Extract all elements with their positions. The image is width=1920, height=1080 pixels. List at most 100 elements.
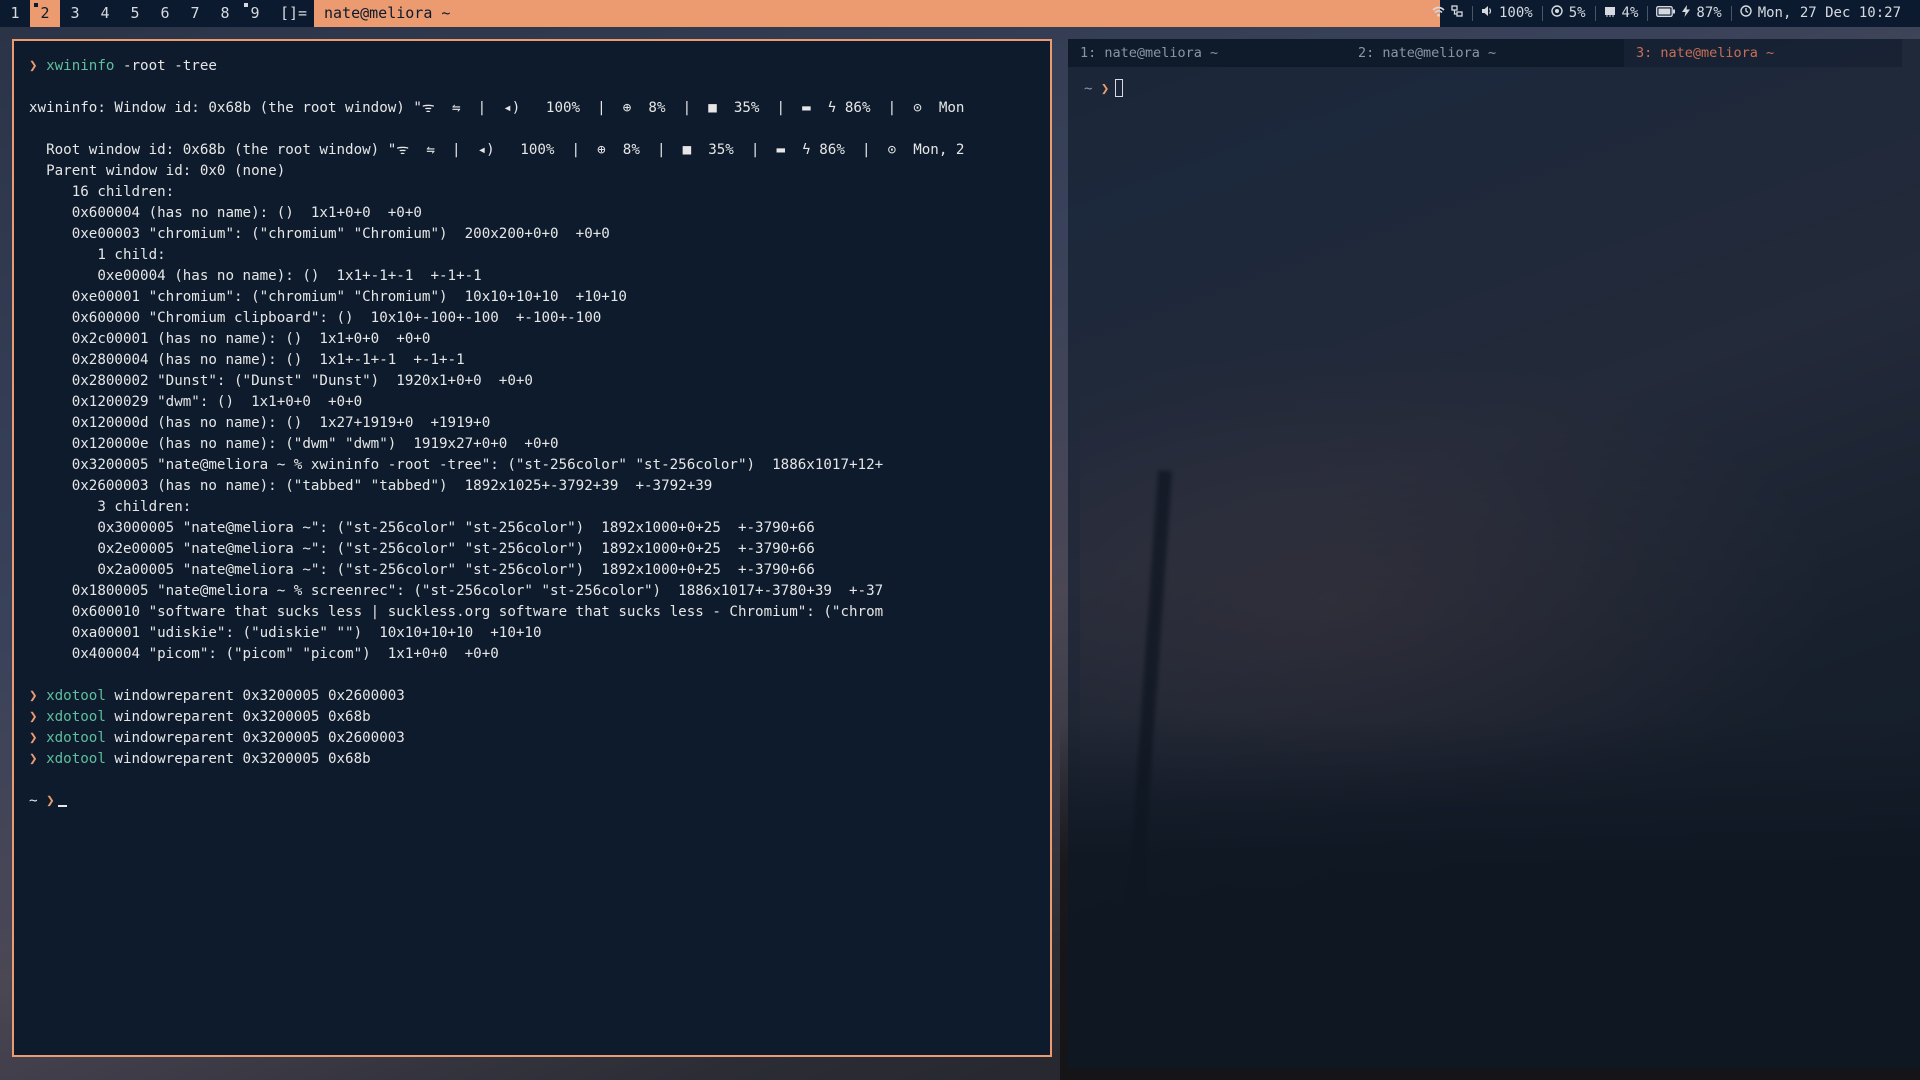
terminal-line: 0x600010 "software that sucks less | suc… — [29, 602, 1039, 623]
workspace-tag-label: 5 — [130, 4, 140, 22]
memory-icon — [1604, 0, 1616, 27]
workspace-tag-label: 6 — [160, 4, 170, 22]
occupied-indicator — [34, 3, 38, 7]
clock-icon — [1740, 0, 1752, 27]
prompt-symbol: ❯ — [29, 751, 47, 767]
workspace-tag-label: 2 — [40, 4, 50, 22]
terminal-line: 0x3000005 "nate@meliora ~": ("st-256colo… — [29, 518, 1039, 539]
clock-value: Mon, 27 Dec 10:27 — [1757, 5, 1901, 21]
output-text: 0x2c00001 (has no name): () 1x1+0+0 +0+0 — [29, 331, 431, 347]
tab-bar: 1: nate@meliora ~2: nate@meliora ~3: nat… — [1068, 39, 1920, 67]
workspace-tag-5[interactable]: 5 — [120, 0, 150, 27]
prompt-dir: ~ — [29, 793, 47, 809]
battery-icon — [1656, 0, 1676, 27]
output-text: 0x400004 "picom": ("picom" "picom") 1x1+… — [29, 646, 499, 662]
prompt-symbol: ❯ — [1100, 81, 1110, 97]
tab-2[interactable]: 2: nate@meliora ~ — [1346, 39, 1624, 67]
terminal-output: ❯ xwininfo -root -tree xwininfo: Window i… — [29, 56, 1039, 812]
output-text: 0x2a00005 "nate@meliora ~": ("st-256colo… — [29, 562, 815, 578]
window-title: nate@meliora ~ — [314, 0, 1440, 27]
workspace-tag-4[interactable]: 4 — [90, 0, 120, 27]
workspace-tag-2[interactable]: 2 — [30, 0, 60, 27]
speaker-icon — [1481, 0, 1493, 27]
output-text: 0x3000005 "nate@meliora ~": ("st-256colo… — [29, 520, 815, 536]
terminal-line: 0x600004 (has no name): () 1x1+0+0 +0+0 — [29, 203, 1039, 224]
output-text: 0xe00001 "chromium": ("chromium" "Chromi… — [29, 289, 627, 305]
network-status — [1423, 0, 1472, 27]
command-args: windowreparent 0x3200005 0x2600003 — [105, 730, 405, 746]
prompt-symbol: ❯ — [29, 709, 47, 725]
workspace-tag-label: 1 — [10, 4, 20, 22]
output-text: 0x2800004 (has no name): () 1x1+-1+-1 +-… — [29, 352, 465, 368]
workspace-tag-7[interactable]: 7 — [180, 0, 210, 27]
workspace-tag-9[interactable]: 9 — [240, 0, 270, 27]
prompt-dir: ~ — [1084, 81, 1101, 97]
workspace-tag-6[interactable]: 6 — [150, 0, 180, 27]
output-text: 16 children: — [29, 184, 175, 200]
output-text: 0x600010 "software that sucks less | suc… — [29, 604, 884, 620]
command-name: xdotool — [46, 688, 106, 704]
output-text: 0x2800002 "Dunst": ("Dunst" "Dunst") 192… — [29, 373, 533, 389]
clock-status: Mon, 27 Dec 10:27 — [1730, 0, 1910, 27]
tab-3[interactable]: 3: nate@meliora ~ — [1624, 39, 1902, 67]
output-text: 0x3200005 "nate@meliora ~ % xwininfo -ro… — [29, 457, 884, 473]
occupied-indicator — [244, 3, 248, 7]
terminal-line: 0x2800004 (has no name): () 1x1+-1+-1 +-… — [29, 350, 1039, 371]
terminal-line: ❯ xdotool windowreparent 0x3200005 0x68b — [29, 707, 1039, 728]
terminal-line: 0x3200005 "nate@meliora ~ % xwininfo -ro… — [29, 455, 1039, 476]
workspace-tag-label: 3 — [70, 4, 80, 22]
terminal-line: 0x120000e (has no name): ("dwm" "dwm") 1… — [29, 434, 1039, 455]
memory-value: 4% — [1621, 5, 1639, 21]
output-text: Parent window id: 0x0 (none) — [29, 163, 286, 179]
tab-1[interactable]: 1: nate@meliora ~ — [1068, 39, 1346, 67]
output-text: 0xe00004 (has no name): () 1x1+-1+-1 +-1… — [29, 268, 482, 284]
terminal-line: ~ ❯ — [29, 791, 1039, 812]
workspace-tag-1[interactable]: 1 — [0, 0, 30, 27]
cpu-icon — [1550, 0, 1563, 27]
workspace-tag-label: 8 — [220, 4, 230, 22]
volume-status[interactable]: 100% — [1471, 0, 1542, 27]
output-text: 0x1800005 "nate@meliora ~ % screenrec": … — [29, 583, 884, 599]
output-text: xwininfo: Window id: 0x68b (the root win… — [29, 100, 965, 116]
command-args: windowreparent 0x3200005 0x68b — [105, 709, 371, 725]
command-args: windowreparent 0x3200005 0x2600003 — [105, 688, 405, 704]
terminal-line: ❯ xwininfo -root -tree — [29, 56, 1039, 77]
output-text: 0x600004 (has no name): () 1x1+0+0 +0+0 — [29, 205, 422, 221]
output-text: Root window id: 0x68b (the root window) … — [29, 142, 965, 158]
terminal-line: 0x2e00005 "nate@meliora ~": ("st-256colo… — [29, 539, 1039, 560]
terminal-window-focused[interactable]: ❯ xwininfo -root -tree xwininfo: Window i… — [12, 39, 1052, 1057]
command-args: windowreparent 0x3200005 0x68b — [105, 751, 371, 767]
output-text: 0xa00001 "udiskie": ("udiskie" "") 10x10… — [29, 625, 542, 641]
terminal-line: ❯ xdotool windowreparent 0x3200005 0x260… — [29, 686, 1039, 707]
terminal-line: 0x120000d (has no name): () 1x27+1919+0 … — [29, 413, 1039, 434]
workspace-tag-label: 4 — [100, 4, 110, 22]
terminal-line: 0x2a00005 "nate@meliora ~": ("st-256colo… — [29, 560, 1039, 581]
terminal-line: 0x2800002 "Dunst": ("Dunst" "Dunst") 192… — [29, 371, 1039, 392]
layout-indicator[interactable]: []= — [280, 0, 307, 27]
ethernet-icon — [1451, 0, 1463, 27]
tabbed-terminal-window[interactable]: 1: nate@meliora ~2: nate@meliora ~3: nat… — [1068, 39, 1920, 1069]
prompt-symbol: ❯ — [46, 793, 55, 809]
output-text: 0x600000 "Chromium clipboard": () 10x10+… — [29, 310, 602, 326]
terminal-line: ❯ xdotool windowreparent 0x3200005 0x68b — [29, 749, 1039, 770]
terminal-line: xwininfo: Window id: 0x68b (the root win… — [29, 98, 1039, 119]
terminal-line: 0xa00001 "udiskie": ("udiskie" "") 10x10… — [29, 623, 1039, 644]
status-area: 100% 5% 4% 87% Mon, 27 Dec 10:27 — [1423, 0, 1910, 27]
workspace-tag-3[interactable]: 3 — [60, 0, 90, 27]
command-args: -root -tree — [114, 58, 217, 74]
workspace-tag-8[interactable]: 8 — [210, 0, 240, 27]
terminal-line: 0x1800005 "nate@meliora ~ % screenrec": … — [29, 581, 1039, 602]
workspace-tag-label: 9 — [250, 4, 260, 22]
cpu-status: 5% — [1541, 0, 1595, 27]
command-name: xdotool — [46, 751, 106, 767]
output-text: 3 children: — [29, 499, 192, 515]
output-text: 0x120000d (has no name): () 1x27+1919+0 … — [29, 415, 491, 431]
terminal-line: 0x400004 "picom": ("picom" "picom") 1x1+… — [29, 644, 1039, 665]
right-prompt[interactable]: ~ ❯ — [1084, 79, 1124, 97]
battery-value: 87% — [1696, 5, 1722, 21]
terminal-line: Parent window id: 0x0 (none) — [29, 161, 1039, 182]
workspace-tags: 1 2 3 4 5 6 7 8 9 — [0, 0, 270, 27]
